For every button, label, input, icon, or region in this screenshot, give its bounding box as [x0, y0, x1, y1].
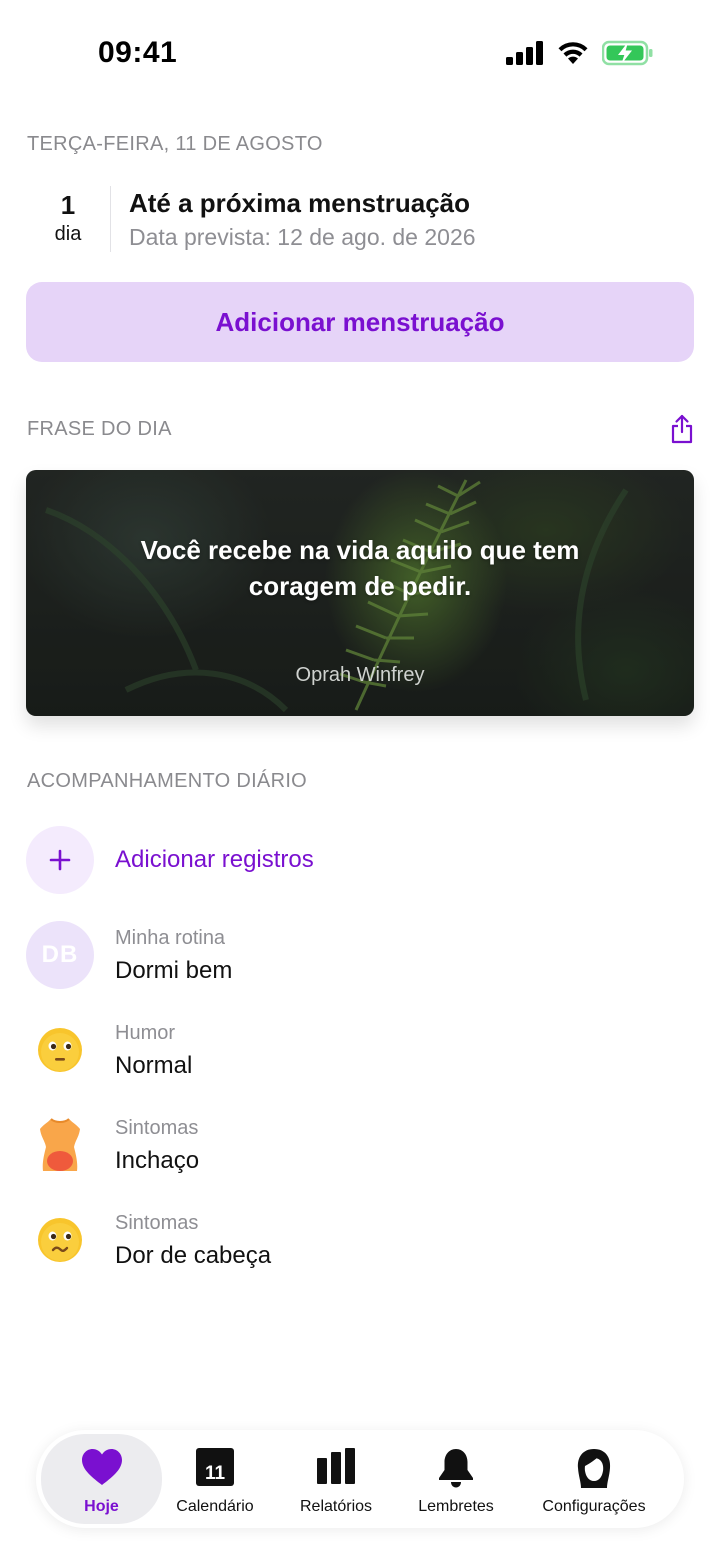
bar-chart-icon	[317, 1448, 355, 1484]
cycle-title: Até a próxima menstruação	[129, 188, 471, 218]
tab-reports[interactable]: Relatórios	[280, 1434, 392, 1524]
tracking-entry-headache[interactable]: Sintomas Dor de cabeça	[26, 1206, 694, 1276]
heart-icon	[81, 1449, 122, 1485]
quote-section-header: FRASE DO DIA	[27, 418, 172, 440]
status-icons	[506, 40, 654, 66]
battery-charging-icon	[602, 40, 653, 66]
profile-icon	[577, 1449, 611, 1488]
share-button[interactable]	[670, 414, 694, 444]
add-period-button[interactable]: Adicionar menstruação	[26, 282, 694, 362]
tracking-entry-mood[interactable]: Humor Normal	[26, 1016, 694, 1086]
entry-label: Sintomas	[115, 1117, 199, 1139]
entry-label: Humor	[115, 1022, 176, 1044]
cycle-predicted-date: Data prevista: 12 de ago. de 2026	[129, 224, 476, 250]
tab-label: Relatórios	[299, 1498, 373, 1515]
cellular-signal-icon	[506, 41, 543, 65]
tab-bar: Hoje 11 Calendário Relatórios Lembretes	[36, 1430, 684, 1528]
share-icon	[671, 414, 693, 444]
tracking-entry-bloating[interactable]: Sintomas Inchaço	[26, 1111, 694, 1181]
calendar-icon: 11	[196, 1448, 234, 1486]
cycle-count-number: 1	[60, 190, 76, 220]
calendar-day-badge: 11	[205, 1463, 226, 1484]
entry-icon-wrap	[26, 1016, 94, 1084]
tab-label: Calendário	[176, 1498, 254, 1515]
add-records-label: Adicionar registros	[115, 846, 314, 873]
tracking-entry-routine[interactable]: DB Minha rotina Dormi bem	[26, 921, 694, 991]
tab-reminders[interactable]: Lembretes	[400, 1434, 512, 1524]
headache-face-icon	[38, 1218, 82, 1262]
status-time: 09:41	[98, 36, 178, 69]
status-bar: 09:41	[0, 0, 720, 100]
entry-label: Minha rotina	[115, 927, 226, 949]
cycle-divider	[110, 186, 111, 252]
cycle-counter: 1 dia	[27, 190, 109, 248]
tracking-section-header: ACOMPANHAMENTO DIÁRIO	[27, 770, 308, 792]
entry-value: Inchaço	[115, 1147, 200, 1174]
neutral-face-icon	[38, 1028, 82, 1072]
tab-today[interactable]: Hoje	[41, 1434, 162, 1524]
entry-icon-wrap	[26, 1206, 94, 1274]
app-screen: 09:41 TERÇA-FEIRA, 11 DE AGOSTO 1 dia At…	[0, 0, 720, 1564]
bell-icon	[439, 1449, 473, 1488]
entry-icon-wrap: DB	[26, 921, 94, 989]
cycle-summary[interactable]: 1 dia Até a próxima menstruação Data pre…	[27, 182, 693, 258]
bloating-body-icon	[40, 1118, 80, 1171]
cycle-count-unit: dia	[54, 223, 82, 245]
tab-label: Configurações	[542, 1498, 646, 1515]
entry-icon-wrap	[26, 1111, 94, 1179]
tab-settings[interactable]: Configurações	[530, 1434, 658, 1524]
entry-value: Normal	[115, 1052, 193, 1079]
plus-icon	[49, 849, 71, 871]
wifi-icon	[558, 42, 588, 64]
entry-value: Dor de cabeça	[115, 1242, 272, 1269]
date-header: TERÇA-FEIRA, 11 DE AGOSTO	[27, 133, 323, 155]
entry-value: Dormi bem	[115, 957, 233, 984]
quote-text: Você recebe na vida aquilo que tem corag…	[140, 535, 580, 601]
entry-label: Sintomas	[115, 1212, 199, 1234]
quote-author: Oprah Winfrey	[295, 664, 425, 686]
tab-calendar[interactable]: 11 Calendário	[162, 1434, 268, 1524]
tab-label: Lembretes	[418, 1498, 494, 1515]
routine-avatar: DB	[26, 921, 94, 989]
tab-label: Hoje	[84, 1498, 119, 1515]
quote-card[interactable]: Você recebe na vida aquilo que tem corag…	[26, 470, 694, 716]
add-records-circle	[26, 826, 94, 894]
add-records-button[interactable]: Adicionar registros	[26, 826, 694, 894]
